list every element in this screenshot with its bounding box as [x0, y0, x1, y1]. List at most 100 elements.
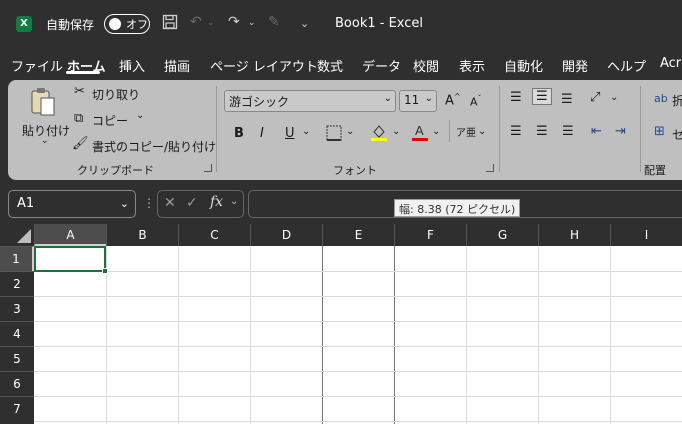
format-painter-icon[interactable]: 🖌 — [72, 136, 89, 151]
align-left-icon[interactable]: ☰ — [510, 124, 522, 139]
underline-dropdown-icon[interactable]: ⌄ — [302, 126, 310, 137]
column-header[interactable]: B — [106, 224, 178, 246]
more-options-icon[interactable]: ⋮ — [143, 196, 155, 210]
redo-dropdown-icon[interactable]: ⌄ — [248, 18, 256, 28]
column-header[interactable]: A — [34, 224, 106, 246]
column-gridline — [178, 246, 179, 424]
row-header[interactable]: 7 — [0, 396, 34, 424]
align-center-icon[interactable]: ☰ — [536, 124, 548, 139]
cell-area[interactable] — [34, 246, 682, 424]
wrap-text-icon[interactable]: ab — [654, 92, 668, 105]
borders-dropdown-icon[interactable]: ⌄ — [346, 126, 354, 137]
column-header[interactable]: I — [610, 224, 682, 246]
wrap-text-button[interactable]: 折 — [672, 92, 682, 109]
tab-formulas[interactable]: 数式 — [317, 56, 343, 75]
fill-color-dropdown-icon[interactable]: ⌄ — [392, 126, 400, 137]
increase-indent-icon[interactable]: ⇥ — [615, 124, 626, 139]
decrease-indent-icon[interactable]: ⇤ — [591, 124, 602, 139]
paste-dropdown-icon[interactable]: ⌄ — [41, 136, 49, 146]
column-header[interactable]: C — [178, 224, 250, 246]
row-header[interactable]: 2 — [0, 271, 34, 296]
column-header[interactable]: F — [394, 224, 466, 246]
tab-acrobat[interactable]: Acr — [660, 56, 681, 71]
column-header[interactable]: G — [466, 224, 538, 246]
align-top-icon[interactable]: ☰ — [510, 90, 522, 105]
fill-color-icon[interactable] — [370, 122, 388, 146]
row-gridline — [34, 396, 682, 397]
tab-file[interactable]: ファイル — [11, 56, 63, 75]
enter-icon[interactable]: ✓ — [186, 195, 198, 211]
orientation-icon[interactable]: ⤢ — [590, 90, 600, 105]
tab-view[interactable]: 表示 — [459, 56, 485, 75]
column-header[interactable]: E — [322, 224, 394, 246]
clipboard-launcher-icon[interactable] — [204, 164, 212, 172]
active-cell-a1[interactable] — [34, 246, 108, 274]
decrease-font-size-icon[interactable]: Aˇ — [470, 94, 482, 109]
bold-button[interactable]: B — [234, 126, 244, 141]
row-header[interactable]: 5 — [0, 346, 34, 371]
ribbon-separator — [216, 86, 217, 172]
row-gridline — [34, 321, 682, 322]
insert-function-icon[interactable]: fx — [210, 194, 223, 210]
row-gridline — [34, 346, 682, 347]
name-box[interactable]: A1 ⌄ — [8, 190, 136, 218]
merge-center-button[interactable]: セ — [672, 126, 682, 143]
row-header[interactable]: 6 — [0, 371, 34, 396]
autosave-label: 自動保存 — [46, 18, 95, 32]
paste-icon[interactable] — [30, 86, 56, 122]
row-header[interactable]: 4 — [0, 321, 34, 346]
tab-developer[interactable]: 開発 — [562, 56, 588, 75]
copy-dropdown-icon[interactable]: ⌄ — [136, 110, 144, 121]
tab-help[interactable]: ヘルプ — [607, 56, 646, 75]
tab-insert[interactable]: 挿入 — [119, 56, 145, 75]
borders-icon[interactable] — [326, 125, 342, 145]
tab-draw[interactable]: 描画 — [164, 56, 190, 75]
tab-review[interactable]: 校閲 — [413, 56, 439, 75]
column-header[interactable]: H — [538, 224, 610, 246]
italic-button[interactable]: I — [260, 126, 264, 141]
font-group-label: フォント — [333, 164, 377, 177]
autosave-toggle[interactable]: オフ — [104, 14, 150, 34]
align-bottom-icon[interactable]: ☰ — [561, 92, 573, 107]
select-all-button[interactable] — [0, 224, 34, 246]
customize-toolbar-icon[interactable]: ⌄ — [300, 17, 309, 30]
tab-automate[interactable]: 自動化 — [504, 56, 543, 75]
tab-page-layout[interactable]: ページ レイアウト — [210, 56, 318, 75]
format-painter-disabled-icon[interactable]: ✎ — [268, 14, 280, 30]
column-header[interactable]: D — [250, 224, 322, 246]
fill-handle[interactable] — [102, 268, 108, 274]
font-launcher-icon[interactable] — [486, 164, 494, 172]
merge-center-icon[interactable]: ⊞ — [654, 124, 665, 139]
increase-font-size-icon[interactable]: A^ — [445, 92, 461, 108]
copy-button[interactable]: コピー — [92, 112, 128, 129]
cut-button[interactable]: 切り取り — [92, 86, 140, 103]
font-size-select[interactable]: 11 ⌄ — [399, 90, 437, 112]
cut-icon[interactable]: ✂ — [74, 84, 85, 99]
copy-icon[interactable]: ⧉ — [74, 111, 83, 126]
alignment-group-label: 配置 — [644, 164, 666, 177]
row-header[interactable]: 3 — [0, 296, 34, 321]
undo-dropdown-icon[interactable]: ⌄ — [207, 18, 215, 28]
save-icon[interactable] — [162, 14, 178, 34]
redo-icon[interactable]: ↷ — [228, 14, 240, 30]
font-name-value: 游ゴシック — [229, 95, 290, 109]
row-header[interactable]: 1 — [0, 246, 34, 271]
orientation-dropdown-icon[interactable]: ⌄ — [610, 92, 618, 103]
undo-icon[interactable]: ↶ — [190, 14, 202, 30]
phonetic-dropdown-icon[interactable]: ⌄ — [478, 126, 486, 137]
chevron-down-icon[interactable]: ⌄ — [230, 196, 238, 207]
ribbon-separator — [640, 86, 641, 172]
underline-button[interactable]: U — [285, 126, 295, 141]
cancel-icon[interactable]: ✕ — [164, 195, 176, 211]
align-middle-icon[interactable]: ☰ — [532, 88, 552, 105]
font-name-select[interactable]: 游ゴシック ⌄ — [224, 90, 396, 112]
phonetic-guide-icon[interactable]: ア亜 — [456, 124, 476, 139]
align-right-icon[interactable]: ☰ — [562, 124, 574, 139]
tab-data[interactable]: データ — [362, 56, 401, 75]
chevron-down-icon: ⌄ — [424, 93, 433, 104]
column-gridline — [466, 246, 467, 424]
font-color-icon[interactable]: A — [411, 122, 429, 146]
format-painter-button[interactable]: 書式のコピー/貼り付け — [92, 138, 216, 155]
font-color-dropdown-icon[interactable]: ⌄ — [432, 126, 440, 137]
row-gridline — [34, 371, 682, 372]
